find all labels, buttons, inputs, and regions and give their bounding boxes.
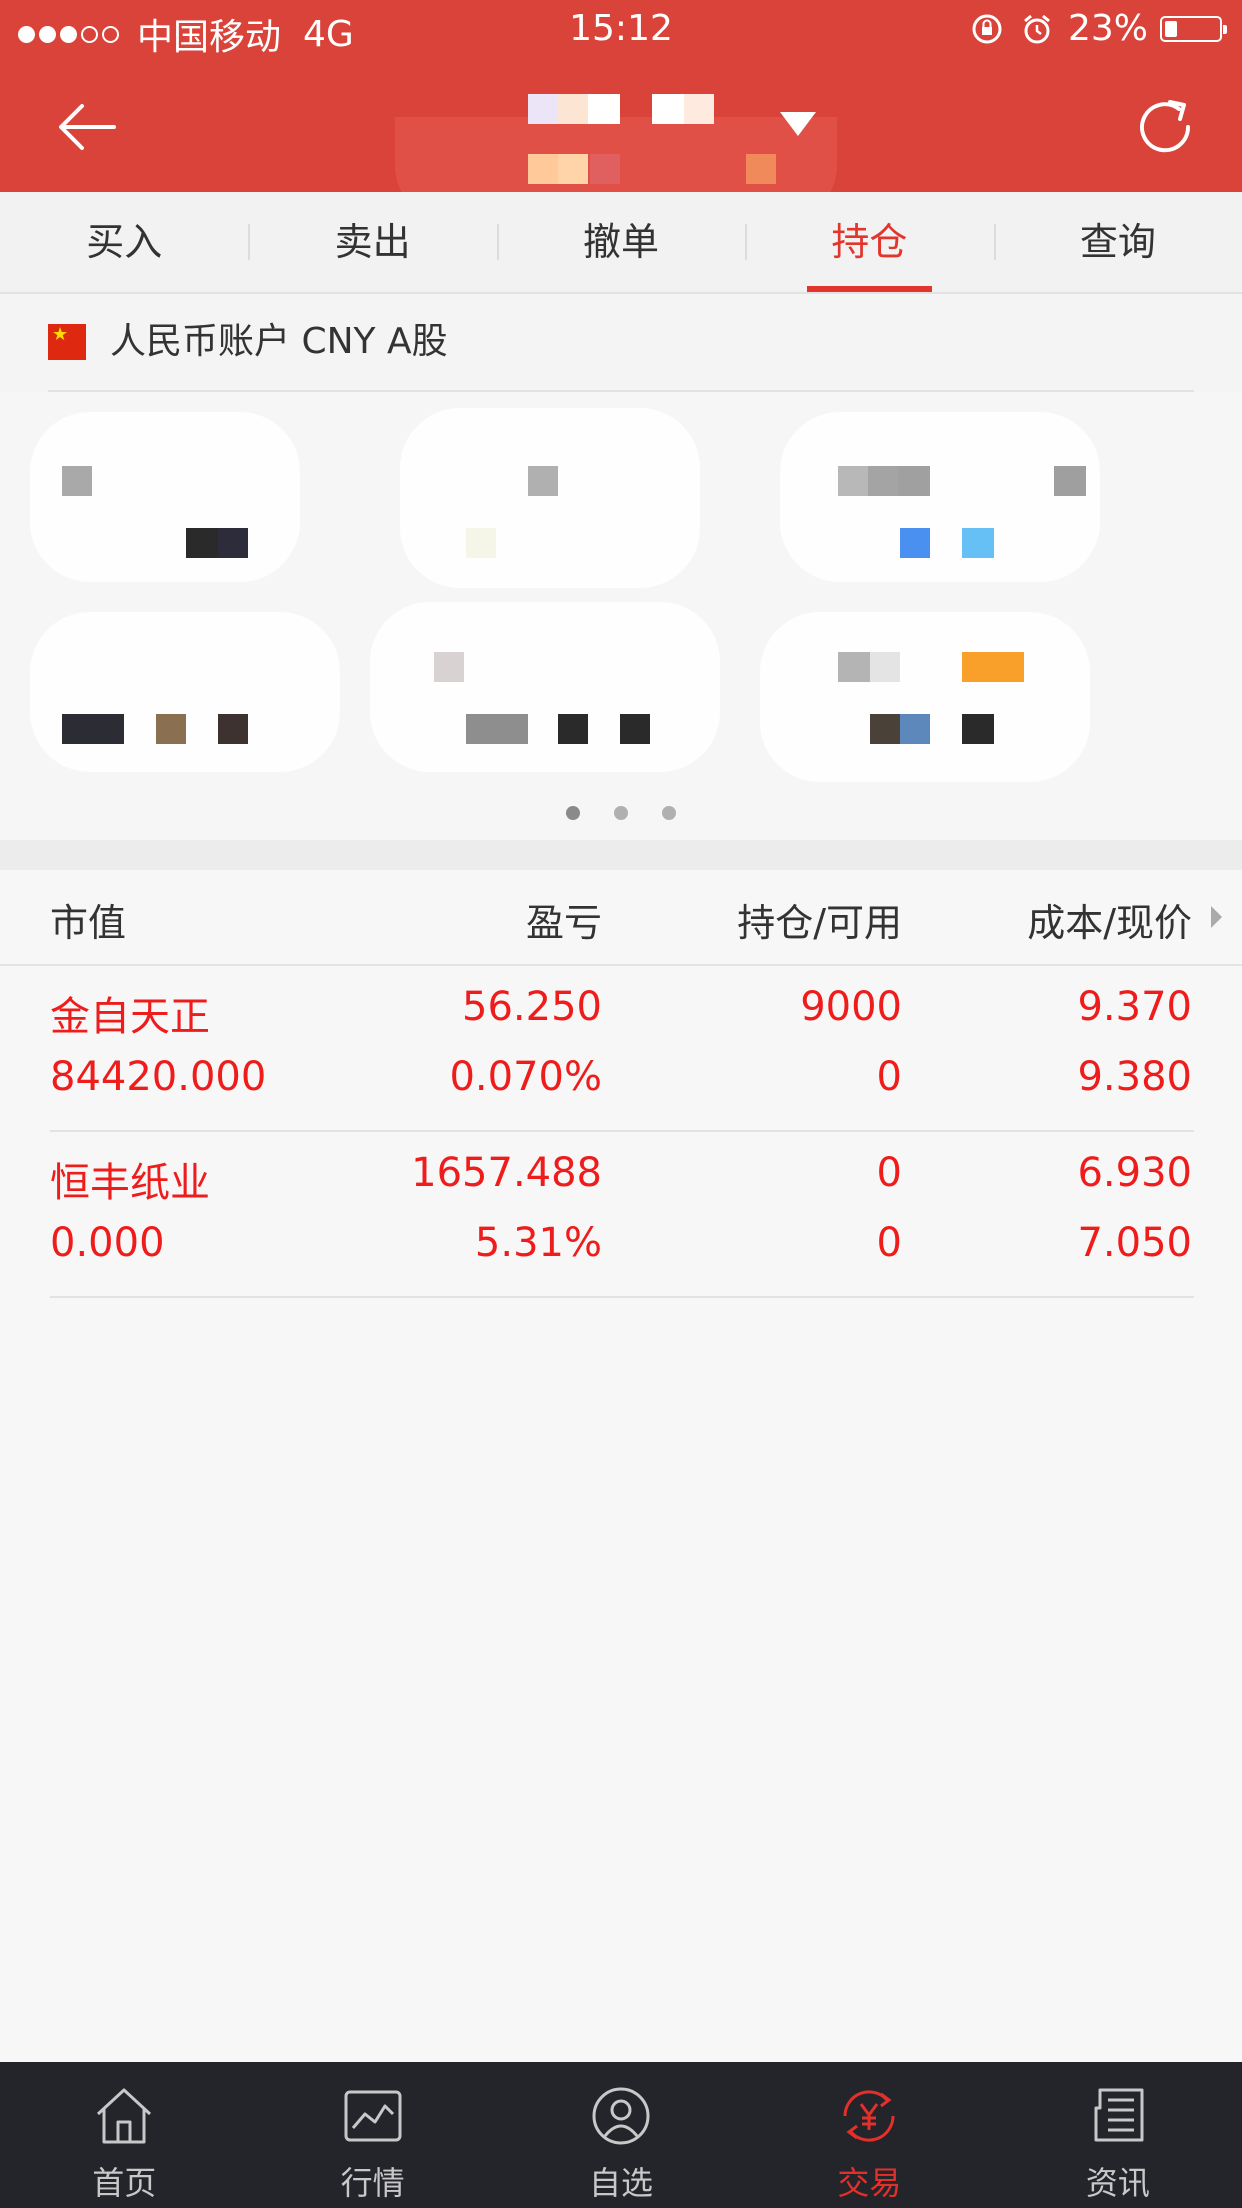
- bottom-tab-bar: 首页 行情 自选 交易 资讯: [0, 2062, 1242, 2208]
- stock-available: 0: [876, 1054, 902, 1100]
- pager-dot[interactable]: [566, 806, 580, 820]
- battery-percent: 23%: [1067, 8, 1148, 49]
- stock-price: 9.380: [1077, 1054, 1192, 1100]
- bottom-tab-watchlist[interactable]: 自选: [497, 2062, 745, 2208]
- holdings-header: 市值 盈亏 持仓/可用 成本/现价: [0, 870, 1242, 966]
- stock-pnl-pct: 0.070%: [449, 1054, 602, 1100]
- refresh-icon[interactable]: [1130, 92, 1200, 162]
- tab-cancel-order[interactable]: 撤单: [496, 192, 745, 292]
- carousel-pager[interactable]: [0, 806, 1242, 820]
- bottom-tab-market[interactable]: 行情: [248, 2062, 496, 2208]
- stock-pnl-pct: 5.31%: [474, 1220, 602, 1266]
- battery-icon: [1160, 15, 1227, 42]
- stock-name: 金自天正: [50, 994, 210, 1040]
- status-bar: 中国移动 4G 15:12 23%: [0, 0, 1242, 62]
- china-flag-icon: ★: [48, 324, 86, 360]
- stock-name: 恒丰纸业: [50, 1160, 210, 1206]
- section-divider: [0, 840, 1242, 870]
- header-pnl: 盈亏: [525, 901, 602, 945]
- tab-sell[interactable]: 卖出: [248, 192, 496, 292]
- stock-held: 9000: [800, 984, 902, 1030]
- chevron-right-icon[interactable]: [1211, 906, 1222, 928]
- stock-held: 0: [876, 1150, 902, 1196]
- stock-price: 7.050: [1077, 1220, 1192, 1266]
- trade-tabs: 买入 卖出 撤单 持仓 查询: [0, 192, 1242, 294]
- home-icon: [97, 2088, 152, 2144]
- stock-available: 0: [876, 1220, 902, 1266]
- tab-positions[interactable]: 持仓: [745, 192, 993, 292]
- trade-yen-icon: [843, 2090, 895, 2142]
- header-position: 持仓/可用: [737, 901, 902, 945]
- stock-value: 84420.000: [50, 1054, 267, 1100]
- chart-icon: [344, 2090, 402, 2142]
- news-icon: [1094, 2088, 1144, 2142]
- asset-summary-carousel[interactable]: [0, 392, 1242, 840]
- nav-bar: [0, 62, 1242, 225]
- tab-buy[interactable]: 买入: [0, 192, 248, 292]
- stock-pnl: 56.250: [462, 984, 602, 1030]
- stock-cost: 9.370: [1077, 984, 1192, 1030]
- bottom-tab-home[interactable]: 首页: [0, 2062, 248, 2208]
- table-row[interactable]: 金自天正 56.250 9000 9.370 84420.000 0.070% …: [0, 966, 1242, 1132]
- caret-down-icon[interactable]: [780, 112, 816, 136]
- bottom-tab-trade[interactable]: 交易: [745, 2062, 993, 2208]
- stock-value: 0.000: [50, 1220, 165, 1266]
- stock-cost: 6.930: [1077, 1150, 1192, 1196]
- table-row[interactable]: 恒丰纸业 1657.488 0 6.930 0.000 5.31% 0 7.05…: [0, 1132, 1242, 1298]
- orientation-lock-icon: [972, 14, 1002, 43]
- stock-pnl: 1657.488: [411, 1150, 602, 1196]
- header-cost-price[interactable]: 成本/现价: [1027, 892, 1192, 947]
- alarm-icon: [1024, 14, 1050, 43]
- header-market-value: 市值: [50, 901, 127, 945]
- account-selector[interactable]: ★ 人民币账户 CNY A股: [48, 318, 1194, 392]
- bottom-tab-news[interactable]: 资讯: [994, 2062, 1242, 2208]
- holdings-table: 市值 盈亏 持仓/可用 成本/现价 金自天正 56.250 9000 9.370…: [0, 870, 1242, 2062]
- tab-query[interactable]: 查询: [993, 192, 1242, 292]
- account-label: 人民币账户 CNY A股: [110, 321, 448, 362]
- watchlist-icon: [592, 2087, 650, 2145]
- pager-dot[interactable]: [614, 806, 628, 820]
- arrow-left-icon[interactable]: [52, 92, 122, 162]
- pager-dot[interactable]: [662, 806, 676, 820]
